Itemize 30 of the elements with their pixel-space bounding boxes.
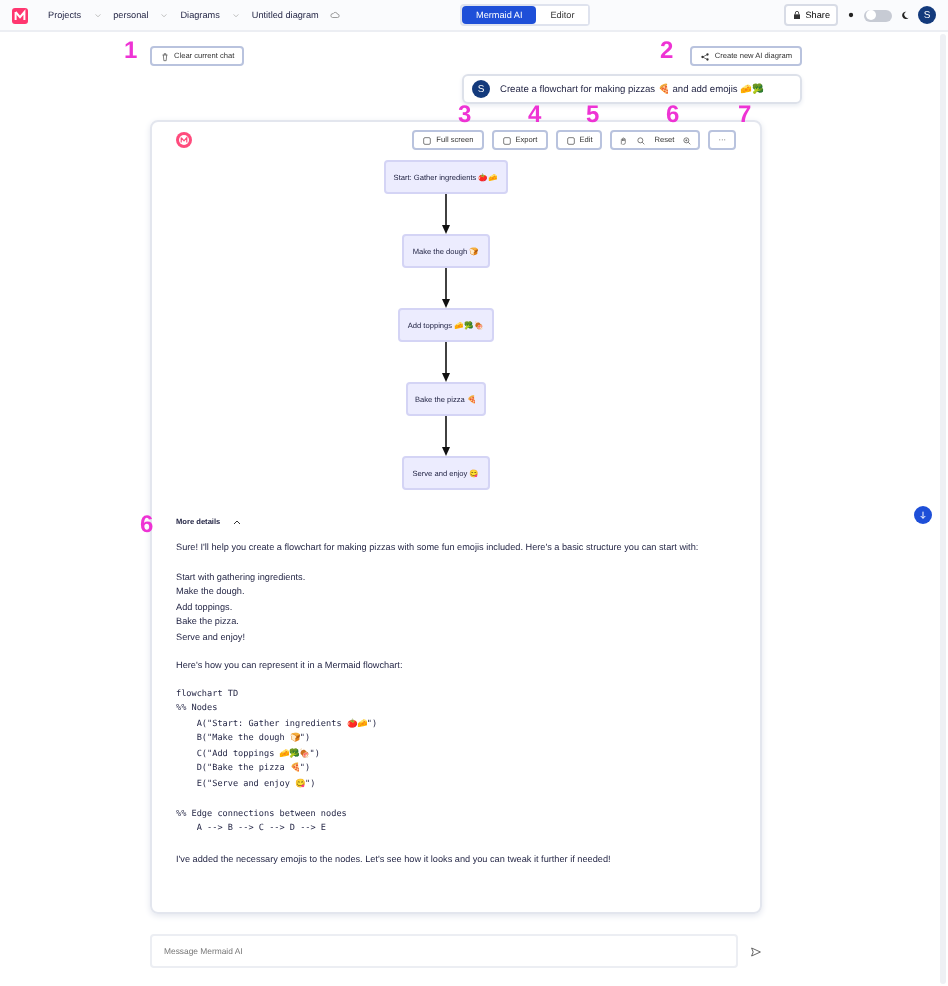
- annotation-number: 1: [124, 38, 138, 62]
- annotation-number: 4: [528, 102, 542, 126]
- theme-toggle[interactable]: [864, 9, 892, 21]
- app-logo[interactable]: [12, 7, 28, 23]
- connector-arrow: [440, 194, 452, 234]
- annotation-number: 6: [140, 512, 154, 536]
- square-icon: [422, 135, 433, 145]
- zoom-in-icon[interactable]: [682, 135, 693, 145]
- scroll-down-button[interactable]: [914, 506, 932, 524]
- square-icon: [565, 135, 576, 145]
- send-icon[interactable]: [750, 945, 762, 957]
- cloud-icon: [330, 10, 341, 20]
- bot-avatar-icon: [176, 132, 192, 148]
- annotation-number: 7: [738, 102, 752, 126]
- annotation-number: 5: [586, 102, 600, 126]
- square-icon: [501, 135, 512, 145]
- arrow-down-icon: [918, 510, 928, 520]
- annotation-number: 2: [660, 38, 674, 62]
- connector-arrow: [440, 268, 452, 308]
- sun-icon: [846, 10, 856, 20]
- connector-arrow: [440, 342, 452, 382]
- moon-icon: [900, 10, 910, 20]
- hand-icon[interactable]: [618, 135, 629, 145]
- annotation-number: 6: [666, 102, 680, 126]
- connector-arrow: [440, 416, 452, 456]
- share-nodes-icon: [700, 51, 711, 61]
- zoom-out-icon[interactable]: [636, 135, 647, 145]
- lock-icon: [791, 10, 802, 20]
- annotation-number: 3: [458, 102, 472, 126]
- trash-icon: [160, 51, 170, 61]
